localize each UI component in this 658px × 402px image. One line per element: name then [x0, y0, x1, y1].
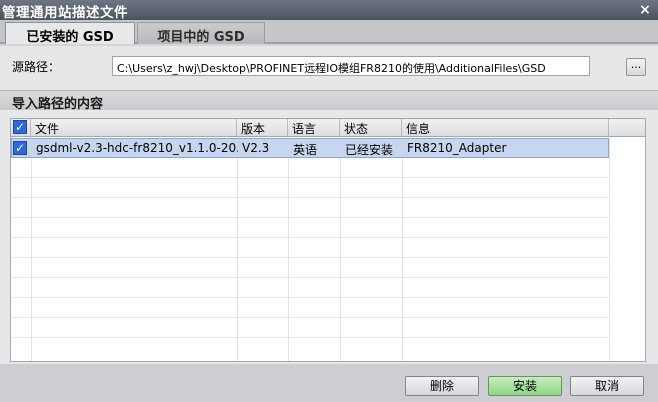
cancel-button[interactable]: 取消 [570, 376, 644, 396]
grid-line [11, 317, 609, 318]
grid-line [11, 337, 609, 338]
section-header: 导入路径的内容 [0, 90, 658, 112]
grid-line [11, 277, 609, 278]
window-title: 管理通用站描述文件 [2, 5, 128, 21]
cell-file: gsdml-v2.3-hdc-fr8210_v1.1.0-20... [36, 141, 238, 155]
tab-strip: 已安装的 GSD 项目中的 GSD [0, 20, 658, 45]
header-checkbox-cell: ✓ [11, 119, 31, 136]
grid-line [237, 137, 238, 361]
grid-line [11, 237, 609, 238]
checkmark-icon: ✓ [14, 120, 26, 134]
section-title: 导入路径的内容 [12, 97, 104, 112]
delete-button[interactable]: 删除 [405, 376, 479, 396]
title-bar: 管理通用站描述文件 × [0, 0, 658, 21]
cell-language: 英语 [293, 143, 318, 157]
grid-line [11, 257, 609, 258]
grid-line [11, 177, 609, 178]
select-all-checkbox[interactable]: ✓ [13, 120, 27, 134]
grid-line [31, 137, 32, 361]
close-icon[interactable]: × [638, 3, 652, 17]
browse-button[interactable]: ... [626, 58, 646, 76]
cell-info: FR8210_Adapter [407, 141, 507, 155]
grid-line [288, 137, 289, 361]
tab-project-gsd[interactable]: 项目中的 GSD [137, 22, 265, 45]
source-path-field[interactable]: C:\Users\z_hwj\Desktop\PROFINET远程IO模组FR8… [112, 56, 590, 76]
install-button[interactable]: 安装 [488, 376, 562, 396]
dialog-footer: 删除 安装 取消 [0, 364, 658, 402]
checkmark-icon: ✓ [14, 141, 26, 155]
source-path-label: 源路径： [12, 60, 61, 74]
grid-line [402, 137, 403, 361]
grid-line [609, 137, 610, 361]
cell-status: 已经安装 [345, 143, 394, 157]
gsd-table: ✓ 文件 版本 语言 状态 信息 ✓ gsdml-v2.3-hdc-fr8210… [10, 118, 646, 362]
grid-line [11, 197, 609, 198]
table-header: ✓ 文件 版本 语言 状态 信息 [11, 119, 645, 137]
table-row[interactable]: ✓ gsdml-v2.3-hdc-fr8210_v1.1.0-20... V2.… [11, 138, 609, 158]
grid-line [11, 217, 609, 218]
column-header-language[interactable]: 语言 [288, 119, 340, 136]
column-header-version[interactable]: 版本 [237, 119, 288, 136]
grid-line [340, 137, 341, 361]
tab-installed-gsd[interactable]: 已安装的 GSD [5, 22, 135, 45]
column-header-file[interactable]: 文件 [31, 119, 237, 136]
tab-content: 源路径： C:\Users\z_hwj\Desktop\PROFINET远程IO… [0, 46, 658, 364]
grid-line [11, 297, 609, 298]
cell-version: V2.3 [242, 141, 270, 155]
column-header-status[interactable]: 状态 [340, 119, 402, 136]
column-header-info[interactable]: 信息 [402, 119, 609, 136]
row-checkbox[interactable]: ✓ [13, 141, 27, 155]
